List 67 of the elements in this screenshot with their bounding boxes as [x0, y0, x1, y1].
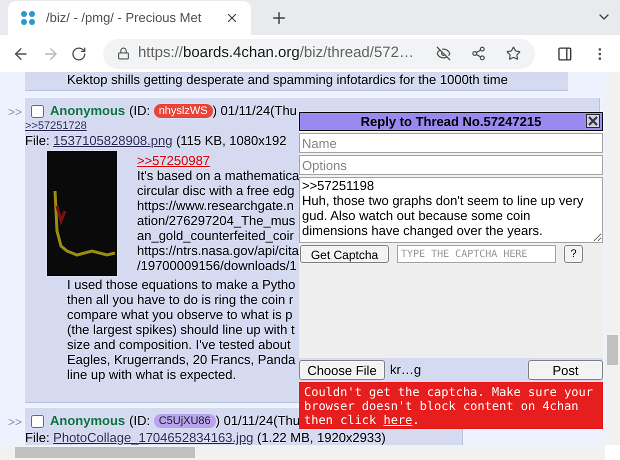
post-text-line: https://www.researchgate.n — [137, 198, 295, 213]
horizontal-scrollbar[interactable] — [0, 445, 605, 460]
form-title: Reply to Thread No.57247215 — [360, 112, 542, 131]
post-text-line: then all you have to do is ring the coin r — [67, 292, 294, 307]
post-arrow: >> — [8, 415, 22, 429]
side-panel-icon[interactable] — [556, 46, 572, 62]
file-label: File: — [25, 133, 51, 149]
close-icon[interactable] — [586, 114, 600, 128]
options-field[interactable]: Options — [299, 155, 603, 175]
post-checkbox[interactable] — [31, 104, 44, 118]
post-text-line: /19700009156/downloads/1 — [137, 258, 298, 273]
choose-file-button[interactable]: Choose File — [299, 360, 385, 380]
eye-off-icon[interactable] — [436, 46, 451, 61]
post-button[interactable]: Post — [528, 360, 603, 380]
id-prefix: (ID: — [129, 412, 152, 430]
form-title-bar[interactable]: Reply to Thread No.57247215 — [299, 112, 603, 131]
close-icon[interactable] — [225, 11, 239, 25]
post-text-line: an_gold_counterfeited_coir — [137, 228, 295, 243]
quote-link[interactable]: >>57250987 — [137, 153, 300, 168]
scrollbar-thumb[interactable] — [607, 335, 618, 365]
help-button[interactable]: ? — [564, 245, 583, 263]
reload-icon[interactable] — [71, 46, 87, 62]
post-text-line: circular disc with a free edg — [137, 183, 296, 198]
post-text-line: https://ntrs.nasa.gov/api/cita — [137, 243, 300, 258]
post-date: ) 01/11/24(Thu — [212, 102, 297, 120]
id-prefix: (ID: — [129, 102, 152, 120]
get-captcha-button[interactable]: Get Captcha — [300, 245, 389, 263]
retry-link[interactable]: here — [383, 413, 412, 427]
post-text-line: (the largest spikes) should line up with t — [67, 322, 296, 337]
file-link[interactable]: 1537105828908.png — [53, 133, 172, 149]
poster-id-badge[interactable]: nhyslzWS — [154, 104, 213, 118]
backlink[interactable]: >>57251728 — [25, 120, 87, 133]
post-text-line: It's based on a mathematica — [137, 168, 300, 183]
post-text-line: line up with what is expected. — [67, 367, 238, 382]
captcha-field[interactable]: TYPE THE CAPTCHA HERE — [397, 245, 556, 263]
file-info: (1.22 MB, 1920x2933) — [256, 430, 386, 445]
name-field[interactable]: Name — [299, 133, 603, 153]
file-link[interactable]: PhotoCollage_1704652834163.jpg — [53, 430, 254, 445]
url-text: https://boards.4chan.org/biz/thread/572… — [138, 43, 415, 64]
scrollbar-thumb[interactable] — [15, 447, 195, 458]
post-text-line: Eagles, Krugerrands, 20 Francs, Panda — [67, 352, 296, 367]
post-text-line: size and composition. I've tested about — [67, 337, 292, 352]
comment-field[interactable]: >>57251198 Huh, those two graphs don't seem to line up very gud. Also watch out because some coin dimensions have changed over the years. — [299, 177, 603, 243]
poster-id-badge[interactable]: C5UjXU86 — [154, 414, 216, 428]
lock-icon — [116, 47, 130, 60]
new-tab-icon[interactable] — [270, 9, 288, 27]
error-message: Couldn't get the captcha. Make sure your browser doesn't block content on 4chan then click here. — [299, 382, 603, 429]
browser-tab[interactable]: /biz/ - /pmg/ - Precious Met — [8, 1, 251, 35]
post-arrow: >> — [8, 105, 22, 119]
address-bar[interactable]: https://boards.4chan.org/biz/thread/572… — [102, 38, 535, 68]
post-text-line: I used those equations to make a Pytho — [67, 277, 296, 292]
post-text-line: ation/276297204_The_mus — [137, 213, 296, 228]
post-text-line: Kektop shills getting desperate and spamming infotardics for the 1000th time — [67, 72, 508, 87]
spectrum-thumbnail[interactable] — [47, 151, 117, 276]
post-text-line: compare what you observe to what is p — [67, 307, 294, 322]
file-info: (115 KB, 1080x192 — [175, 133, 286, 149]
poster-name: Anonymous — [50, 102, 126, 120]
clover-icon — [20, 10, 36, 26]
file-name: kr…g — [390, 361, 422, 380]
post-checkbox[interactable] — [31, 414, 44, 428]
share-icon[interactable] — [470, 46, 486, 61]
file-label: File: — [25, 430, 51, 445]
bookmark-star-icon[interactable] — [506, 46, 521, 61]
poster-name: Anonymous — [50, 412, 126, 430]
tab-title: /biz/ - /pmg/ - Precious Met — [46, 9, 202, 28]
vertical-scrollbar[interactable] — [605, 72, 620, 445]
post-date: ) 01/11/24(Thu — [216, 412, 300, 430]
